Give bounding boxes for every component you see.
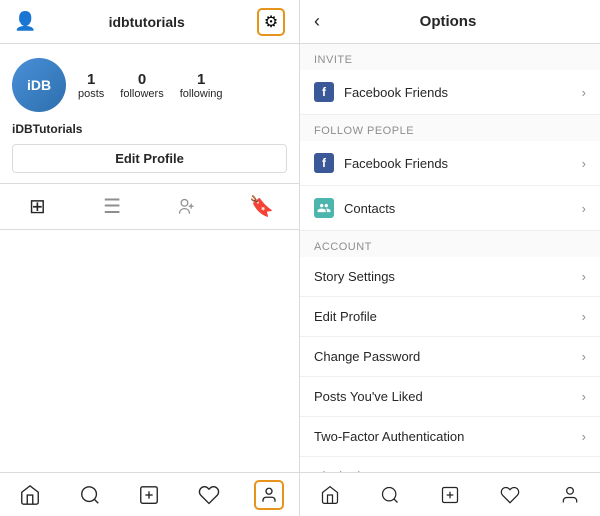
chevron-right-icon: › bbox=[582, 85, 586, 100]
edit-profile-button[interactable]: Edit Profile bbox=[12, 144, 287, 173]
profile-nav-left[interactable] bbox=[239, 473, 299, 516]
follow-contacts[interactable]: Contacts › bbox=[300, 186, 600, 231]
follow-section-header: FOLLOW PEOPLE bbox=[300, 115, 600, 141]
left-username: idbtutorials bbox=[109, 14, 185, 30]
chevron-right-icon: › bbox=[582, 156, 586, 171]
chevron-right-icon: › bbox=[582, 201, 586, 216]
invite-section-header: INVITE bbox=[300, 44, 600, 70]
posts-stat: 1 posts bbox=[78, 71, 104, 100]
followers-count: 0 bbox=[138, 71, 146, 88]
story-settings[interactable]: Story Settings › bbox=[300, 257, 600, 297]
right-panel: ‹ Options INVITE f Facebook Friends › FO… bbox=[300, 0, 600, 516]
add-nav-right[interactable] bbox=[420, 473, 480, 516]
options-title: Options bbox=[328, 13, 568, 30]
saved-tab[interactable]: 🔖 bbox=[224, 194, 299, 219]
options-list: INVITE f Facebook Friends › FOLLOW PEOPL… bbox=[300, 44, 600, 472]
follow-facebook-friends[interactable]: f Facebook Friends › bbox=[300, 141, 600, 186]
profile-section: iDB 1 posts 0 followers 1 following bbox=[0, 44, 299, 122]
contacts-icon bbox=[314, 198, 334, 218]
profile-nav-right[interactable] bbox=[540, 473, 600, 516]
facebook-icon-follow: f bbox=[314, 153, 334, 173]
edit-profile-option[interactable]: Edit Profile › bbox=[300, 297, 600, 337]
home-nav-right[interactable] bbox=[300, 473, 360, 516]
add-nav-left[interactable] bbox=[120, 473, 180, 516]
follow-fb-label: Facebook Friends bbox=[344, 156, 448, 171]
contacts-label: Contacts bbox=[344, 201, 395, 216]
chevron-right-icon: › bbox=[582, 429, 586, 444]
user-icon[interactable]: 👤 bbox=[14, 11, 36, 32]
following-count: 1 bbox=[197, 71, 205, 88]
chevron-right-icon: › bbox=[582, 349, 586, 364]
two-factor-auth[interactable]: Two-Factor Authentication › bbox=[300, 417, 600, 457]
tagged-tab[interactable] bbox=[150, 194, 225, 219]
account-section-header: ACCOUNT bbox=[300, 231, 600, 257]
settings-gear-button[interactable]: ⚙ bbox=[257, 8, 285, 36]
profile-stats: 1 posts 0 followers 1 following bbox=[78, 71, 223, 100]
back-button[interactable]: ‹ bbox=[314, 11, 320, 32]
change-password[interactable]: Change Password › bbox=[300, 337, 600, 377]
avatar: iDB bbox=[12, 58, 66, 112]
posts-count: 1 bbox=[87, 71, 95, 88]
right-header: ‹ Options bbox=[300, 0, 600, 44]
blocked-users[interactable]: Blocked Users › bbox=[300, 457, 600, 472]
list-tab[interactable]: ☰ bbox=[75, 194, 150, 219]
chevron-right-icon: › bbox=[582, 309, 586, 324]
left-panel: 👤 idbtutorials ⚙ iDB 1 posts 0 followers… bbox=[0, 0, 300, 516]
view-tabs: ⊞ ☰ 🔖 bbox=[0, 183, 299, 230]
chevron-right-icon: › bbox=[582, 269, 586, 284]
chevron-right-icon: › bbox=[582, 389, 586, 404]
profile-username: iDBTutorials bbox=[0, 122, 299, 144]
left-bottom-nav bbox=[0, 472, 299, 516]
left-header: 👤 idbtutorials ⚙ bbox=[0, 0, 299, 44]
posts-label: posts bbox=[78, 88, 104, 100]
posts-liked[interactable]: Posts You've Liked › bbox=[300, 377, 600, 417]
search-nav-right[interactable] bbox=[360, 473, 420, 516]
active-profile-indicator bbox=[254, 480, 284, 510]
following-label: following bbox=[180, 88, 223, 100]
facebook-icon: f bbox=[314, 82, 334, 102]
edit-profile-option-label: Edit Profile bbox=[314, 309, 377, 324]
followers-stat: 0 followers bbox=[120, 71, 163, 100]
invite-fb-label: Facebook Friends bbox=[344, 85, 448, 100]
grid-tab[interactable]: ⊞ bbox=[0, 194, 75, 219]
search-nav-left[interactable] bbox=[60, 473, 120, 516]
home-nav-left[interactable] bbox=[0, 473, 60, 516]
right-bottom-nav bbox=[300, 472, 600, 516]
invite-facebook-friends[interactable]: f Facebook Friends › bbox=[300, 70, 600, 115]
story-settings-label: Story Settings bbox=[314, 269, 395, 284]
following-stat: 1 following bbox=[180, 71, 223, 100]
gear-icon: ⚙ bbox=[264, 12, 278, 32]
followers-label: followers bbox=[120, 88, 163, 100]
heart-nav-left[interactable] bbox=[179, 473, 239, 516]
posts-liked-label: Posts You've Liked bbox=[314, 389, 423, 404]
heart-nav-right[interactable] bbox=[480, 473, 540, 516]
two-factor-label: Two-Factor Authentication bbox=[314, 429, 464, 444]
change-password-label: Change Password bbox=[314, 349, 420, 364]
